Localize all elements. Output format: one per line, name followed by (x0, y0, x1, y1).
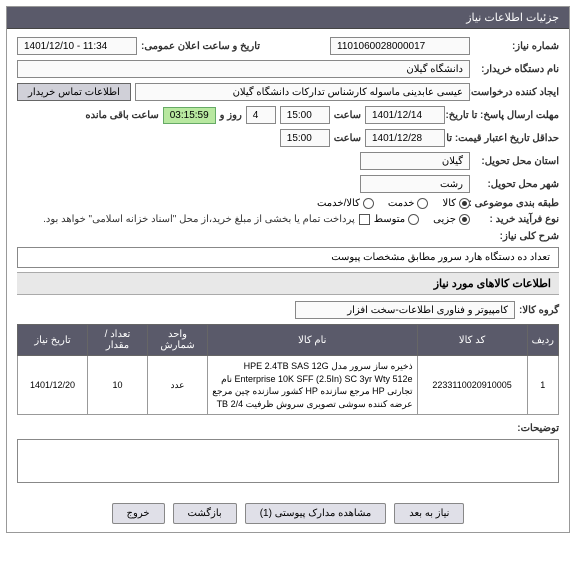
city-field: رشت (360, 175, 470, 193)
th-code: کد کالا (417, 325, 527, 356)
radio-khedmat[interactable]: خدمت (388, 198, 429, 209)
buyer-label: نام دستگاه خریدار: (474, 64, 559, 75)
requester-field: عیسی عابدینی ماسوله کارشناس تدارکات دانش… (135, 83, 470, 101)
radio-khedmat-label: خدمت (388, 198, 415, 209)
footer-buttons: نیاز به بعد مشاهده مدارک پیوستی (1) بازگ… (7, 495, 569, 532)
requester-label: ایجاد کننده درخواست: (474, 87, 559, 98)
goods-table: ردیف کد کالا نام کالا واحد شمارش تعداد /… (17, 324, 559, 415)
deadline-time-field: 15:00 (280, 106, 330, 124)
radio-circle-icon (459, 214, 470, 225)
radio-circle-icon (417, 198, 428, 209)
cell-qty: 10 (88, 356, 148, 415)
process-label: نوع فرآیند خرید : (474, 214, 559, 225)
radio-detailed[interactable]: جزیی (433, 214, 470, 225)
quote-date-field: 1401/12/28 (365, 129, 445, 147)
at-label-2: ساعت (334, 133, 361, 144)
remain-label: ساعت باقی مانده (85, 110, 158, 121)
explanation-box[interactable] (17, 439, 559, 483)
city-label: شهر محل تحویل: (474, 179, 559, 190)
th-date: تاریخ نیاز (18, 325, 88, 356)
radio-circle-icon (408, 214, 419, 225)
pub-date-field: 1401/12/10 - 11:34 (17, 37, 137, 55)
radio-kala-label: کالا (442, 198, 456, 209)
table-row: 12233110020910005ذخیره ساز سرور مدل HPE … (18, 356, 559, 415)
radio-detailed-label: جزیی (433, 214, 456, 225)
and-label: روز و (220, 110, 242, 121)
deadline-date-field: 1401/12/14 (365, 106, 445, 124)
cell-idx: 1 (527, 356, 558, 415)
attachments-button[interactable]: مشاهده مدارک پیوستی (1) (245, 503, 387, 524)
next-need-button[interactable]: نیاز به بعد (394, 503, 464, 524)
days-remain-field: 4 (246, 106, 276, 124)
need-no-label: شماره نیاز: (474, 41, 559, 52)
panel-header: جزئیات اطلاعات نیاز (7, 7, 569, 29)
explain-label: توضیحات: (517, 423, 559, 434)
cell-name: ذخیره ساز سرور مدل HPE 2.4TB SAS 12G Ent… (208, 356, 418, 415)
process-radio-group: جزیی متوسط (374, 214, 470, 225)
contact-buyer-button[interactable]: اطلاعات تماس خریدار (17, 83, 131, 101)
desc-title: شرح کلی نیاز: (474, 231, 559, 242)
quote-time-field: 15:00 (280, 129, 330, 147)
pub-date-label: تاریخ و ساعت اعلان عمومی: (141, 41, 260, 52)
radio-both[interactable]: کالا/خدمت (317, 198, 374, 209)
radio-both-label: کالا/خدمت (317, 198, 360, 209)
th-name: نام کالا (208, 325, 418, 356)
radio-medium-label: متوسط (374, 214, 405, 225)
deadline-label: مهلت ارسال پاسخ: تا تاریخ: (449, 110, 559, 121)
goods-section-title: اطلاعات کالاهای مورد نیاز (17, 272, 559, 295)
buyer-field: دانشگاه گیلان (17, 60, 470, 78)
quote-label: حداقل تاریخ اعتبار قیمت: تا تاریخ: (449, 133, 559, 144)
cell-unit: عدد (148, 356, 208, 415)
th-qty: تعداد / مقدار (88, 325, 148, 356)
need-description-box: تعداد ده دستگاه هارد سرور مطابق مشخصات پ… (17, 247, 559, 268)
cell-code: 2233110020910005 (417, 356, 527, 415)
province-field: گیلان (360, 152, 470, 170)
classification-radio-group: کالا خدمت کالا/خدمت (317, 198, 470, 209)
th-row: ردیف (527, 325, 558, 356)
th-unit: واحد شمارش (148, 325, 208, 356)
payment-note: پرداخت تمام یا بخشی از مبلغ خرید،از محل … (43, 214, 355, 225)
radio-kala[interactable]: کالا (442, 198, 470, 209)
group-field: کامپیوتر و فناوری اطلاعات-سخت افزار (295, 301, 515, 319)
group-label: گروه کالا: (519, 305, 559, 316)
at-label-1: ساعت (334, 110, 361, 121)
class-label: طبقه بندی موضوعی : (474, 198, 559, 209)
need-no-field: 1101060028000017 (330, 37, 470, 55)
return-button[interactable]: بازگشت (173, 503, 237, 524)
radio-circle-icon (459, 198, 470, 209)
cell-date: 1401/12/20 (18, 356, 88, 415)
exit-button[interactable]: خروج (112, 503, 165, 524)
radio-circle-icon (363, 198, 374, 209)
countdown-timer: 03:15:59 (163, 107, 216, 124)
treasury-checkbox[interactable] (359, 214, 370, 225)
province-label: استان محل تحویل: (474, 156, 559, 167)
radio-medium[interactable]: متوسط (374, 214, 419, 225)
